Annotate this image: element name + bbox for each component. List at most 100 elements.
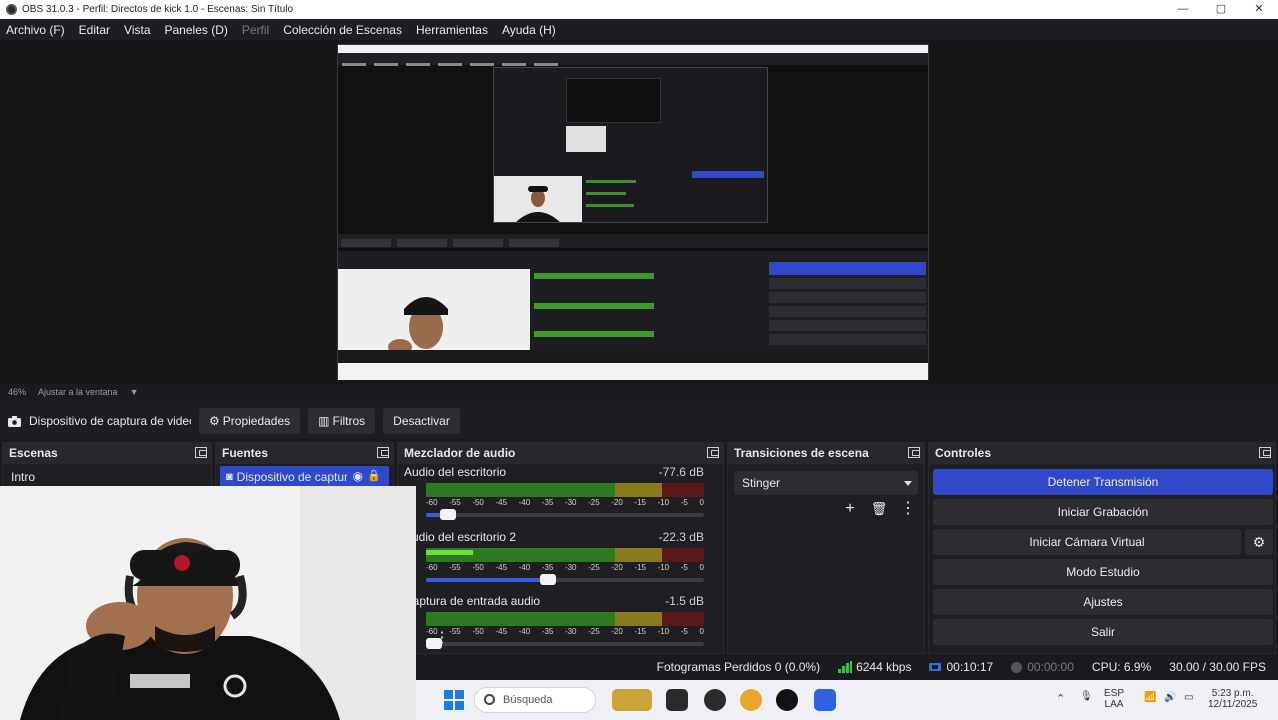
menu-archivo[interactable]: Archivo (F) xyxy=(6,23,65,37)
undock-icon[interactable] xyxy=(707,447,719,458)
meter-tick-label: -25 xyxy=(588,498,600,507)
camera-icon: ◙ xyxy=(226,471,233,483)
meter-tick-label: -20 xyxy=(611,627,623,636)
lock-icon[interactable]: 🔒 xyxy=(367,469,381,482)
gear-icon: ⚙ xyxy=(209,414,220,428)
menu-herramientas[interactable]: Herramientas xyxy=(416,23,488,37)
maximize-button[interactable]: ▢ xyxy=(1202,0,1240,19)
window-title: OBS 31.0.3 - Perfil: Directos de kick 1.… xyxy=(22,4,294,15)
mixer-track: Audio del escritorio 2 -22.3 dB -60 -55 -50-… xyxy=(404,530,704,590)
mixer-track-name: Audio del escritorio xyxy=(404,465,507,479)
volume-slider-knob[interactable] xyxy=(440,509,456,520)
stream-icon xyxy=(929,663,942,671)
nested-status-bar xyxy=(338,350,928,363)
menu-coleccion-escenas[interactable]: Colección de Escenas xyxy=(283,23,402,37)
nested-inner-window xyxy=(493,67,768,223)
menu-vista[interactable]: Vista xyxy=(124,23,150,37)
undock-icon[interactable] xyxy=(377,447,389,458)
battery-icon[interactable]: ▭ xyxy=(1184,692,1193,703)
search-icon xyxy=(484,694,495,705)
add-transition-button[interactable]: + xyxy=(840,499,860,519)
start-recording-button[interactable]: Iniciar Grabación xyxy=(933,499,1273,525)
menu-ayuda[interactable]: Ayuda (H) xyxy=(502,23,556,37)
volume-slider[interactable] xyxy=(426,574,704,585)
studio-mode-button[interactable]: Modo Estudio xyxy=(933,559,1273,585)
controls-title: Controles xyxy=(935,446,992,460)
menu-editar[interactable]: Editar xyxy=(79,23,110,37)
mixer-track-db: -1.5 dB xyxy=(665,594,704,608)
properties-button[interactable]: ⚙ Propiedades xyxy=(199,408,301,434)
meter-tick-label: -10 xyxy=(657,563,670,572)
taskbar-chrome-icon[interactable] xyxy=(740,689,762,711)
taskbar-app-icon[interactable] xyxy=(814,689,836,711)
volume-meter xyxy=(426,483,704,497)
nested-inner-meter xyxy=(586,192,626,195)
undock-icon[interactable] xyxy=(195,447,207,458)
taskbar-obs-icon[interactable] xyxy=(704,689,726,711)
transitions-title: Transiciones de escena xyxy=(734,446,869,460)
taskbar-file-explorer-icon[interactable] xyxy=(666,689,688,711)
close-button[interactable]: ✕ xyxy=(1240,0,1278,19)
windows-taskbar: Búsqueda ⌃ 🎙 ESP LAA 📶 🔊 ▭ 5:23 p.m. 12/… xyxy=(416,680,1278,720)
scale-mode[interactable]: Ajustar a la ventana xyxy=(38,387,118,397)
taskbar-news-icon[interactable] xyxy=(612,689,652,711)
exit-button[interactable]: Salir xyxy=(933,619,1273,645)
filter-icon: ▥ xyxy=(318,414,330,428)
eye-icon[interactable]: ◉ xyxy=(353,469,363,483)
meter-tick-label: -30 xyxy=(564,498,577,507)
transition-select[interactable]: Stinger xyxy=(734,471,918,495)
deactivate-button[interactable]: Desactivar xyxy=(383,408,460,434)
undock-icon[interactable] xyxy=(1259,447,1271,458)
volume-slider[interactable] xyxy=(426,509,704,520)
stop-stream-button[interactable]: Detener Transmisión xyxy=(933,469,1273,495)
nested-control xyxy=(769,292,926,303)
dropped-frames: Fotogramas Perdidos 0 (0.0%) xyxy=(656,660,821,674)
tray-chevron-up-icon[interactable]: ⌃ xyxy=(1056,692,1065,705)
mixer-track-db: -22.3 dB xyxy=(658,530,704,544)
filters-button[interactable]: ▥ Filtros xyxy=(308,408,376,434)
nested-taskbar xyxy=(338,363,928,380)
nested-control xyxy=(769,278,926,289)
mixer-more-button[interactable]: ⋮ xyxy=(434,628,450,648)
meter-tick-label: -40 xyxy=(518,627,531,636)
mixer-title: Mezclador de audio xyxy=(404,446,516,460)
taskbar-search[interactable]: Búsqueda xyxy=(474,687,596,713)
remove-transition-button[interactable]: 🗑 xyxy=(869,499,889,519)
mixer-track-db: -77.6 dB xyxy=(658,465,704,479)
volume-icon[interactable]: 🔊 xyxy=(1164,692,1176,703)
controls-dock: Controles Detener Transmisión Iniciar Gr… xyxy=(928,442,1276,654)
record-time: 00:00:00 xyxy=(1027,660,1074,674)
meter-tick-label: -15 xyxy=(634,563,646,572)
meter-tick-label: -50 xyxy=(472,627,484,636)
source-item-label: Dispositivo de captura de video xyxy=(236,470,347,484)
start-virtual-camera-button[interactable]: Iniciar Cámara Virtual xyxy=(933,529,1241,555)
windows-start-icon[interactable] xyxy=(444,690,464,710)
virtual-camera-settings-gear-icon[interactable]: ⚙ xyxy=(1245,529,1273,555)
meter-tick-label: -45 xyxy=(495,563,508,572)
nested-source-toolbar xyxy=(338,234,928,248)
title-bar: OBS 31.0.3 - Perfil: Directos de kick 1.… xyxy=(0,0,1278,19)
undock-icon[interactable] xyxy=(908,447,920,458)
taskbar-tiktok-icon[interactable] xyxy=(776,689,798,711)
nested-inner-accent xyxy=(692,171,764,178)
nested-inner-webcam-large xyxy=(494,176,582,222)
zoom-level: 46% xyxy=(8,387,27,397)
nested-title-bar xyxy=(338,45,928,53)
bitrate: 6244 kbps xyxy=(856,660,912,674)
meter-tick-label: -55 xyxy=(449,627,461,636)
chevron-down-icon[interactable]: ▼ xyxy=(130,387,139,397)
meter-tick-label: -30 xyxy=(564,627,577,636)
minimize-button[interactable]: — xyxy=(1164,0,1202,19)
microphone-icon[interactable]: 🎙 xyxy=(1080,691,1093,702)
meter-tick-label: -10 xyxy=(657,627,670,636)
nested-stop-button xyxy=(769,262,926,275)
record-icon xyxy=(1011,661,1023,673)
wifi-icon[interactable]: 📶 xyxy=(1144,692,1156,703)
volume-slider[interactable] xyxy=(426,638,704,649)
source-item[interactable]: ◙ Dispositivo de captura de video ◉ 🔒 xyxy=(220,466,389,488)
menu-perfil[interactable]: Perfil xyxy=(242,23,269,37)
transition-more-button[interactable]: ⋮ xyxy=(898,499,918,519)
settings-button[interactable]: Ajustes xyxy=(933,589,1273,615)
menu-paneles[interactable]: Paneles (D) xyxy=(165,23,228,37)
volume-slider-knob[interactable] xyxy=(540,574,556,585)
